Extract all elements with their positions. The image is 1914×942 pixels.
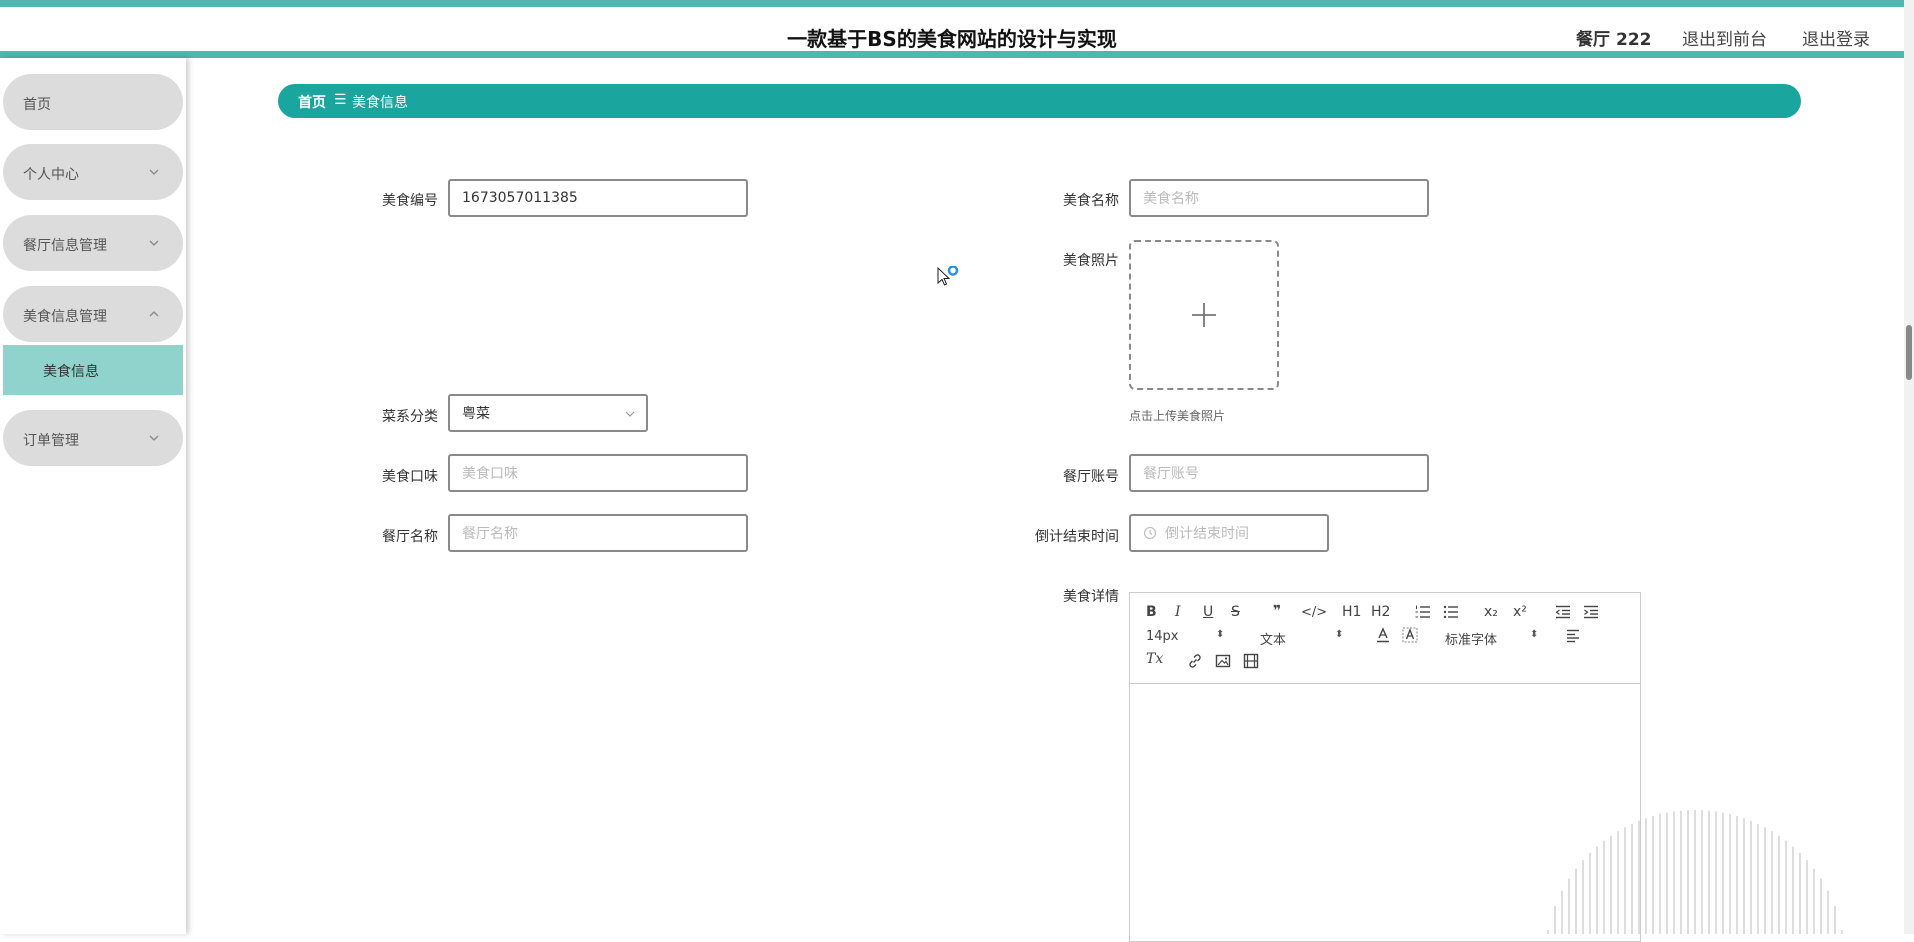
- outdent-icon[interactable]: [1555, 605, 1571, 619]
- countdown-end-label: 倒计结束时间: [1035, 529, 1119, 545]
- sidebar-item-restaurant-management[interactable]: 餐厅信息管理: [3, 215, 183, 271]
- sidebar-item-food-management[interactable]: 美食信息管理: [3, 286, 183, 342]
- breadcrumb-separator-icon: ☰: [334, 92, 347, 108]
- user-name: 222: [1616, 30, 1652, 50]
- font-size-value: 14px: [1146, 629, 1179, 644]
- breadcrumb: 首页 ☰ 美食信息: [278, 84, 1801, 118]
- cuisine-selected-value: 粤菜: [462, 406, 490, 422]
- app-header: 一款基于BS的美食网站的设计与实现 餐厅 222 退出到前台 退出登录: [0, 7, 1904, 51]
- bullet-list-icon[interactable]: [1443, 605, 1459, 619]
- countdown-end-placeholder: 倒计结束时间: [1165, 526, 1249, 542]
- sidebar-subitem-food-info[interactable]: 美食信息: [3, 345, 183, 395]
- plus-icon: [1192, 303, 1216, 327]
- clear-format-button[interactable]: Tx: [1146, 651, 1163, 667]
- h1-button[interactable]: H1: [1342, 604, 1361, 620]
- subscript-button[interactable]: x₂: [1484, 604, 1498, 620]
- restaurant-name-label: 餐厅名称: [382, 529, 438, 545]
- restaurant-account-label: 餐厅账号: [1063, 469, 1119, 485]
- chevron-up-icon: [149, 311, 159, 317]
- background-color-icon[interactable]: [1402, 627, 1418, 643]
- photo-upload-box[interactable]: [1129, 240, 1279, 390]
- italic-button[interactable]: I: [1175, 604, 1181, 620]
- sidebar-item-label: 订单管理: [23, 433, 79, 449]
- taste-input[interactable]: 美食口味: [448, 454, 748, 492]
- video-icon[interactable]: [1243, 653, 1259, 669]
- link-icon[interactable]: [1187, 653, 1203, 669]
- logout-link[interactable]: 退出登录: [1802, 25, 1870, 50]
- updown-arrows-icon: ⬍: [1335, 629, 1344, 640]
- clock-icon: [1143, 526, 1157, 540]
- cuisine-label: 菜系分类: [382, 409, 438, 425]
- sidebar: 首页 个人中心 餐厅信息管理 美食信息管理 美食信息 订单管理: [0, 58, 186, 934]
- underline-button[interactable]: U: [1203, 604, 1213, 620]
- font-size-select[interactable]: 14px ⬍: [1146, 629, 1226, 645]
- sidebar-item-label: 首页: [23, 97, 51, 113]
- restaurant-account-input[interactable]: 餐厅账号: [1129, 454, 1429, 492]
- superscript-button[interactable]: x²: [1513, 604, 1527, 620]
- sidebar-item-personal-center[interactable]: 个人中心: [3, 144, 183, 200]
- scrollbar-thumb[interactable]: [1906, 325, 1912, 380]
- food-photo-label: 美食照片: [1063, 253, 1119, 269]
- user-role: 餐厅: [1576, 30, 1610, 50]
- strike-button[interactable]: S: [1231, 604, 1240, 620]
- sidebar-item-home[interactable]: 首页: [3, 74, 183, 130]
- font-family-value: 标准字体: [1445, 633, 1498, 648]
- indent-icon[interactable]: [1583, 605, 1599, 619]
- chevron-down-icon: [149, 435, 159, 441]
- editor-toolbar: B I U S ❞ </> H1 H2 x₂ x² 14px ⬍ 文本 ⬍ 标准…: [1130, 593, 1640, 684]
- chevron-down-icon: [149, 169, 159, 175]
- top-accent-bar: [0, 0, 1914, 7]
- mouse-cursor-loading-icon: [937, 266, 959, 286]
- food-name-input[interactable]: 美食名称: [1129, 179, 1429, 217]
- text-style-select[interactable]: 文本 ⬍: [1260, 629, 1345, 648]
- decorative-circle-pattern: [1547, 810, 1843, 934]
- align-left-icon[interactable]: [1566, 629, 1582, 643]
- sidebar-item-label: 美食信息管理: [23, 309, 107, 325]
- food-code-label: 美食编号: [382, 193, 438, 209]
- food-name-label: 美食名称: [1063, 193, 1119, 209]
- restaurant-name-input[interactable]: 餐厅名称: [448, 514, 748, 552]
- photo-upload-tip: 点击上传美食照片: [1129, 409, 1226, 423]
- current-user: 餐厅 222: [1576, 25, 1652, 50]
- bold-button[interactable]: B: [1146, 604, 1157, 620]
- updown-arrows-icon: ⬍: [1216, 629, 1225, 640]
- chevron-down-icon: [625, 411, 635, 417]
- back-to-front-link[interactable]: 退出到前台: [1682, 25, 1767, 50]
- food-code-field[interactable]: 1673057011385: [448, 179, 748, 217]
- updown-arrows-icon: ⬍: [1530, 629, 1539, 640]
- h2-button[interactable]: H2: [1371, 604, 1390, 620]
- ordered-list-icon[interactable]: [1415, 605, 1431, 619]
- header-accent-line: [0, 51, 1904, 58]
- sidebar-item-order-management[interactable]: 订单管理: [3, 410, 183, 466]
- font-family-select[interactable]: 标准字体 ⬍: [1445, 629, 1540, 648]
- sidebar-item-label: 个人中心: [23, 167, 79, 183]
- font-color-icon[interactable]: [1375, 627, 1391, 643]
- countdown-end-picker[interactable]: 倒计结束时间: [1129, 514, 1329, 552]
- page-scrollbar[interactable]: [1904, 0, 1914, 934]
- chevron-down-icon: [149, 240, 159, 246]
- sidebar-subitem-label: 美食信息: [43, 364, 99, 380]
- details-label: 美食详情: [1063, 589, 1119, 605]
- sidebar-item-label: 餐厅信息管理: [23, 238, 107, 254]
- image-icon[interactable]: [1215, 653, 1231, 669]
- code-button[interactable]: </>: [1301, 605, 1327, 620]
- cuisine-select[interactable]: 粤菜: [448, 394, 648, 432]
- taste-label: 美食口味: [382, 469, 438, 485]
- text-style-value: 文本: [1260, 633, 1287, 648]
- quote-button[interactable]: ❞: [1273, 603, 1281, 619]
- breadcrumb-home[interactable]: 首页: [298, 92, 326, 112]
- breadcrumb-current: 美食信息: [352, 95, 408, 111]
